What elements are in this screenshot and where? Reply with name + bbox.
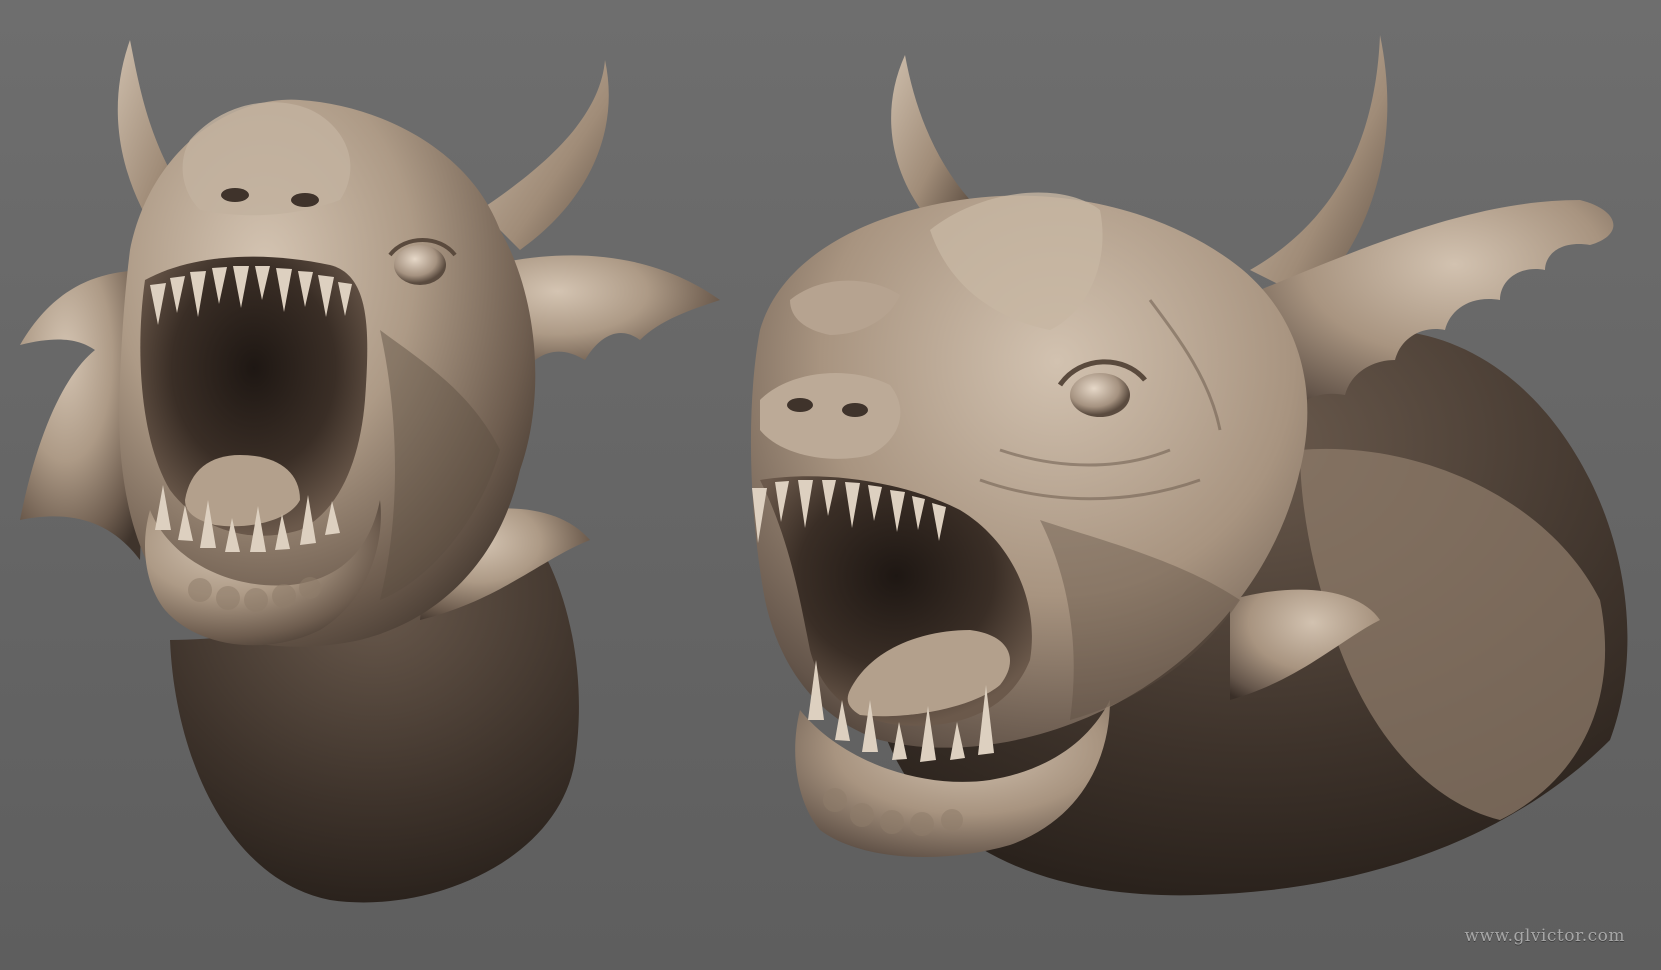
- nostril-right: [842, 403, 868, 417]
- render-viewport: [0, 0, 1661, 970]
- eye: [394, 245, 446, 285]
- nostril-left: [787, 398, 813, 412]
- eye: [1070, 373, 1130, 417]
- nostril-right: [291, 193, 319, 207]
- watermark: www.glvictor.com: [1464, 926, 1625, 946]
- nostril-left: [221, 188, 249, 202]
- sculpt-render: [0, 0, 1661, 970]
- snout: [760, 373, 901, 459]
